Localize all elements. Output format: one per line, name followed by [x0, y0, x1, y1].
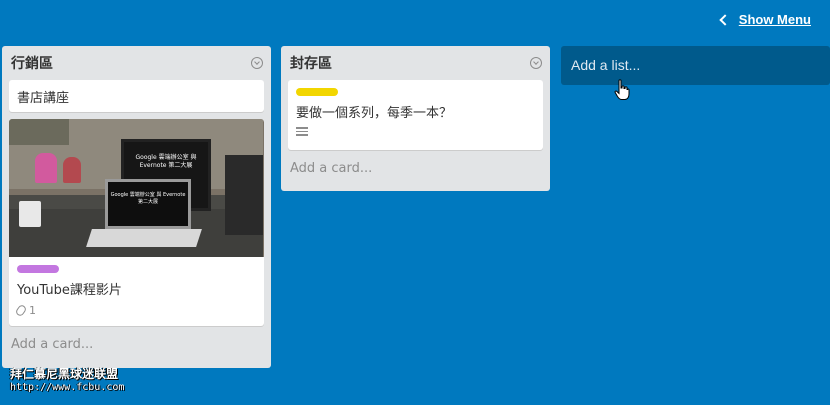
card-body: YouTube課程影片 1	[9, 257, 264, 323]
paperclip-icon	[14, 303, 28, 318]
card-label-yellow	[296, 88, 338, 96]
list-marketing: 行銷區 書店講座 Google 雲端辦公室 與 Evernote 第二大展 Go…	[2, 46, 271, 368]
list-title[interactable]: 行銷區	[11, 53, 53, 73]
description-lines-icon	[296, 127, 308, 136]
watermark: 拜仁慕尼黑球迷联盟 http://www.fcbu.com	[10, 368, 124, 394]
show-menu-button[interactable]: Show Menu	[719, 12, 811, 27]
chevron-left-icon	[719, 14, 731, 26]
card-title: 要做一個系列，每季一本？	[296, 106, 453, 121]
photo-laptop-base	[86, 229, 202, 247]
card-cover-image: Google 雲端辦公室 與 Evernote 第二大展 Google 雲端辦公…	[9, 119, 264, 257]
add-list-button[interactable]: Add a list...	[561, 46, 830, 85]
card-youtube-videos[interactable]: Google 雲端辦公室 與 Evernote 第二大展 Google 雲端辦公…	[9, 119, 264, 326]
card-title: 書店講座	[17, 90, 70, 106]
photo-cabinet	[9, 119, 69, 145]
chevron-down-circle-icon[interactable]	[251, 57, 263, 69]
card-bookstore-talk[interactable]: 書店講座	[9, 80, 264, 112]
photo-cup	[19, 201, 41, 227]
photo-laptop-screen: Google 雲端辦公室 與 Evernote 第二大展	[105, 179, 191, 229]
card-title: YouTube課程影片	[17, 283, 122, 298]
list-header: 封存區	[281, 46, 550, 80]
add-card-button[interactable]: Add a card...	[2, 333, 271, 356]
attachment-badge: 1	[14, 303, 256, 318]
show-menu-label: Show Menu	[738, 12, 811, 27]
card-quarterly-series[interactable]: 要做一個系列，每季一本？	[288, 80, 543, 150]
chevron-down-circle-icon[interactable]	[530, 57, 542, 69]
photo-person	[35, 153, 57, 183]
list-archive: 封存區 要做一個系列，每季一本？ Add a card...	[281, 46, 550, 191]
add-card-button[interactable]: Add a card...	[281, 157, 550, 180]
card-label-purple	[17, 265, 59, 273]
list-title[interactable]: 封存區	[290, 53, 332, 73]
board: Show Menu 行銷區 書店講座 Google 雲端辦公室 與 Everno…	[0, 0, 830, 405]
watermark-title: 拜仁慕尼黑球迷联盟	[10, 367, 119, 381]
watermark-url: http://www.fcbu.com	[10, 382, 125, 393]
attachment-count: 1	[29, 304, 36, 317]
list-header: 行銷區	[2, 46, 271, 80]
photo-monitor	[225, 155, 263, 235]
hand-pointer-icon	[614, 79, 630, 100]
photo-person	[63, 157, 81, 183]
